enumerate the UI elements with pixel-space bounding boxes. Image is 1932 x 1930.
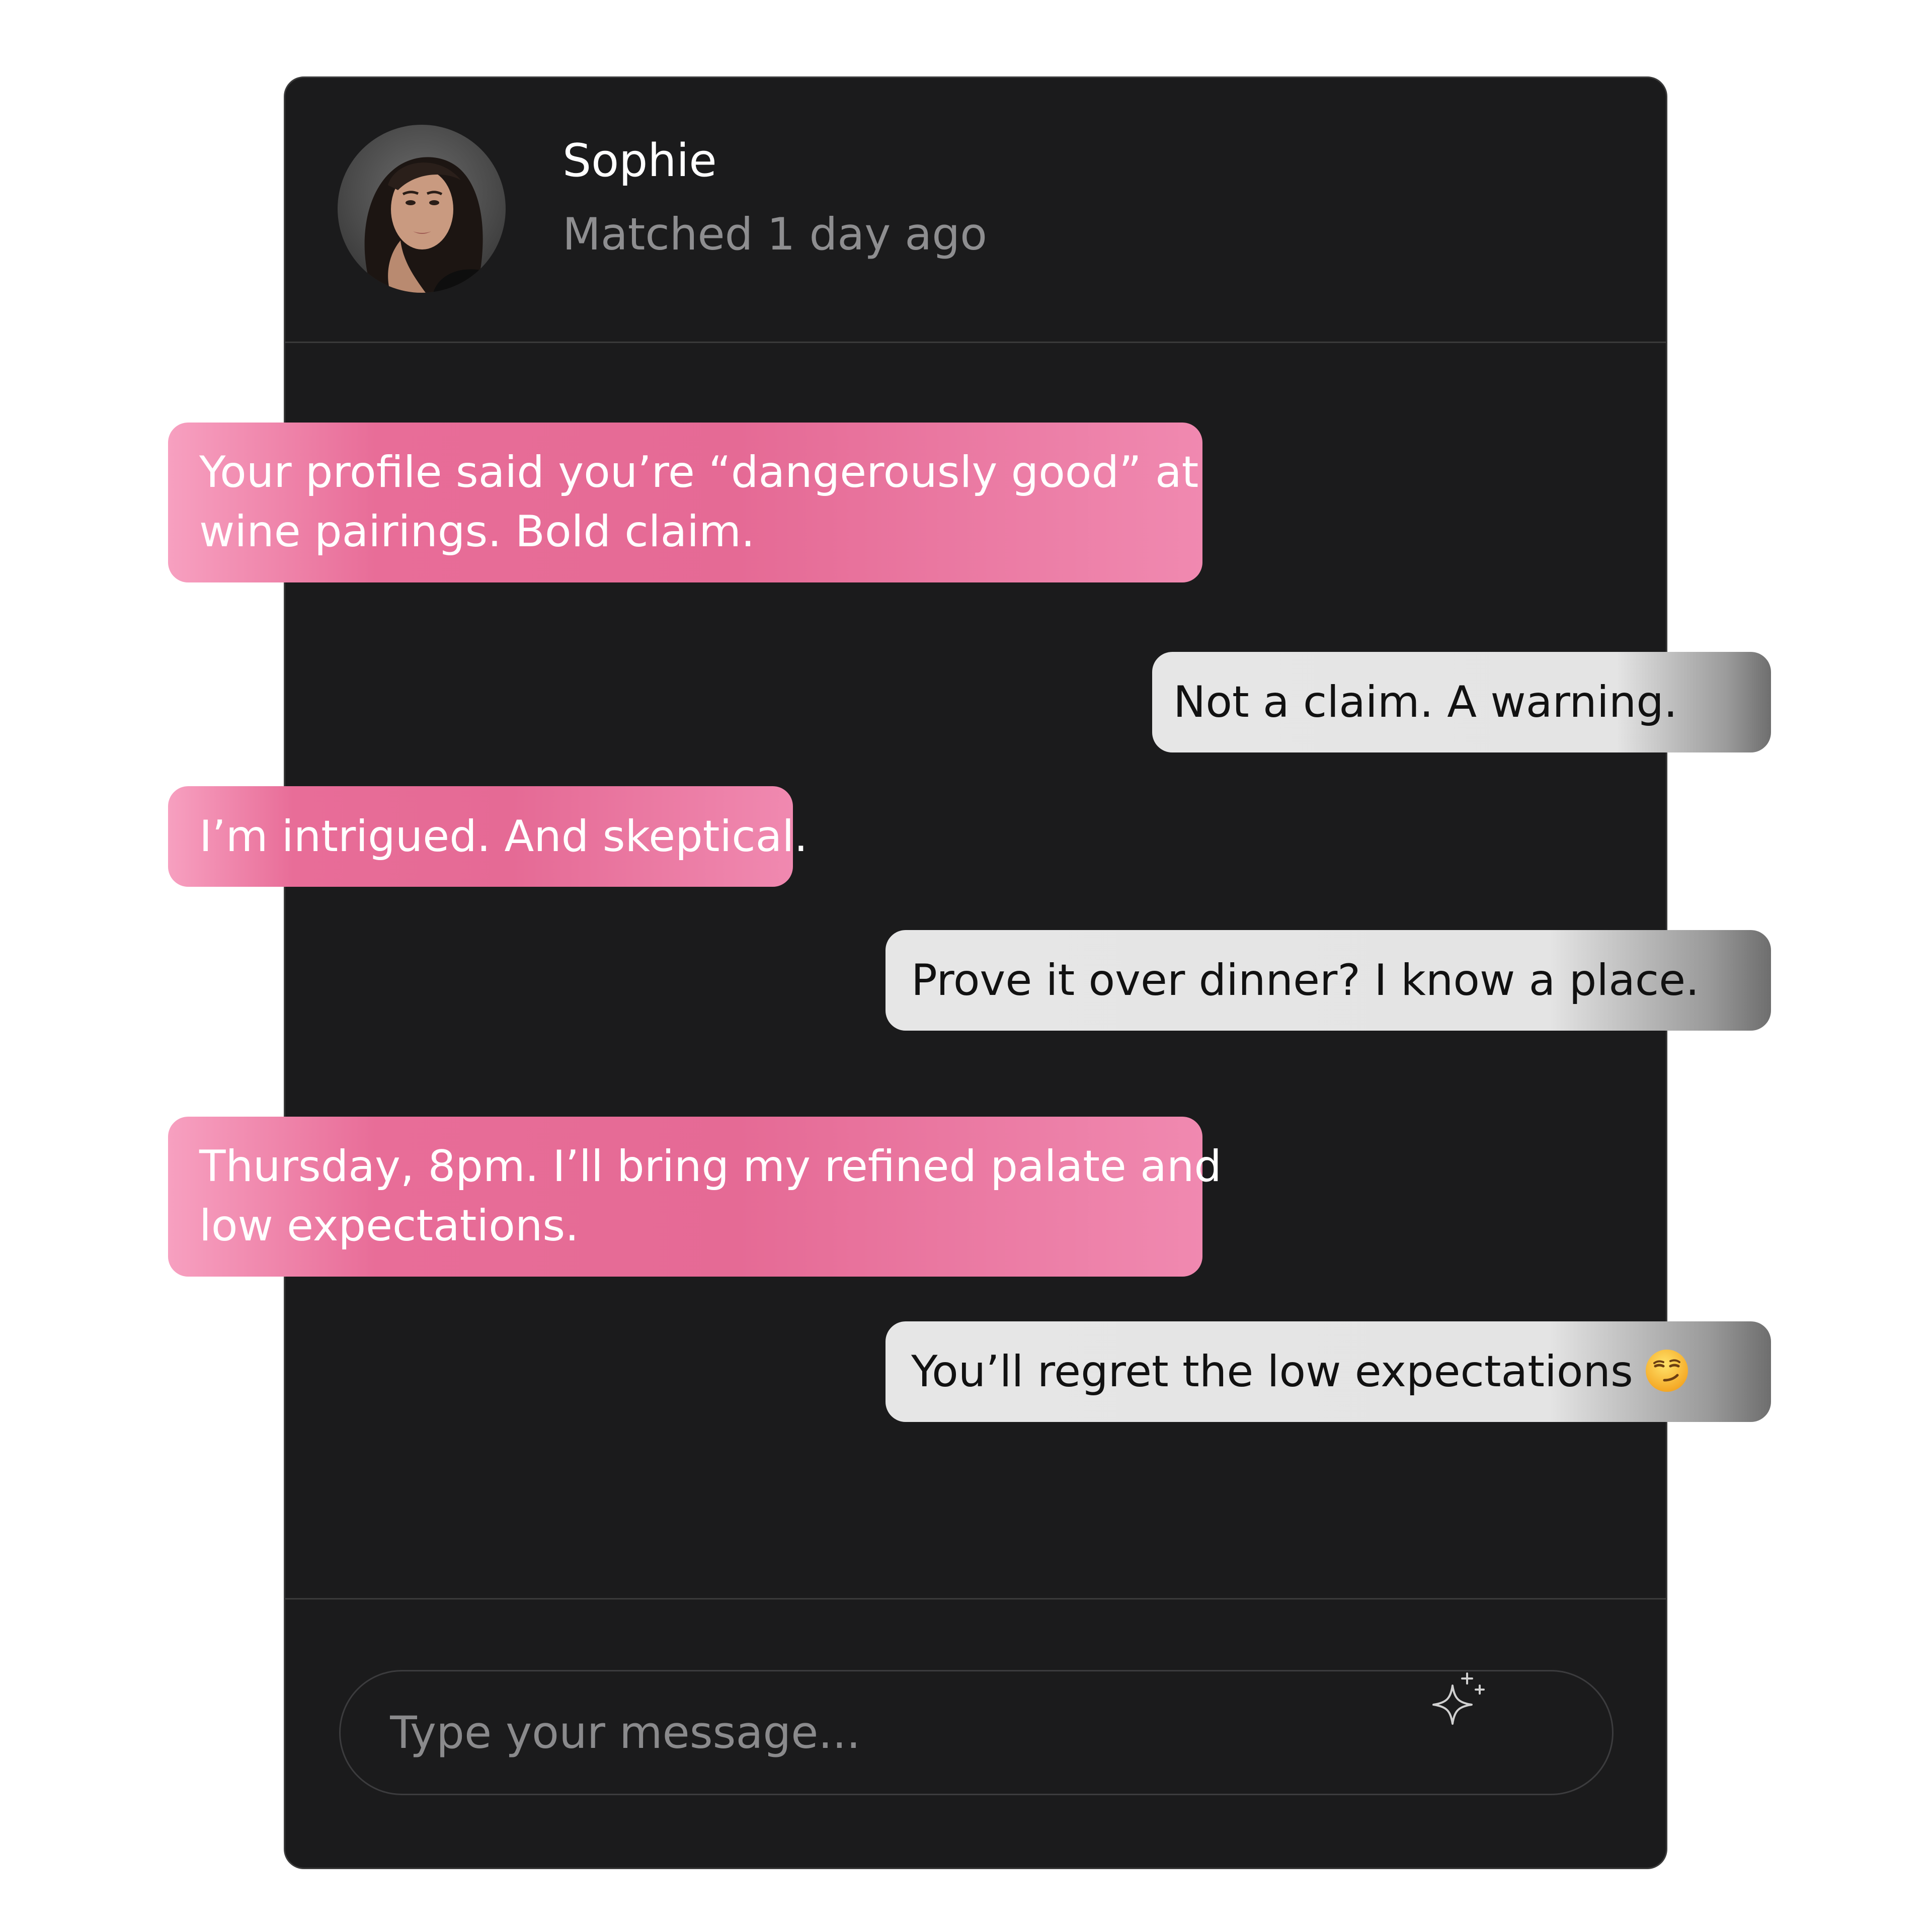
message-text: I’m intrigued. And skeptical.	[199, 811, 808, 862]
message-text: Your profile said you’re “dangerously go…	[199, 447, 1199, 497]
message-bubble-sent[interactable]: Not a claim. A warning.	[1152, 652, 1771, 752]
message-bubble-received[interactable]: I’m intrigued. And skeptical.	[168, 786, 808, 887]
page: Sophie Matched 1 day ago Your profile sa…	[0, 0, 1932, 1930]
composer-divider	[285, 1598, 1666, 1600]
message-text: Not a claim. A warning.	[1173, 677, 1678, 727]
message-bubble-received[interactable]: Thursday, 8pm. I’ll bring my refined pal…	[168, 1117, 1222, 1277]
chat-header: Sophie Matched 1 day ago	[285, 78, 1666, 343]
smirking-face-icon	[1644, 1348, 1689, 1393]
message-bubble-sent[interactable]: Prove it over dinner? I know a place.	[886, 930, 1771, 1031]
match-status: Matched 1 day ago	[562, 208, 987, 260]
message-text: You’ll regret the low expectations	[911, 1347, 1633, 1397]
message-text: wine pairings. Bold claim.	[199, 507, 755, 557]
message-text: Thursday, 8pm. I’ll bring my refined pal…	[199, 1141, 1222, 1192]
message-text: Prove it over dinner? I know a place.	[911, 955, 1700, 1005]
message-bubble-sent[interactable]: You’ll regret the low expectations	[886, 1321, 1771, 1422]
message-text: low expectations.	[199, 1201, 579, 1251]
message-bubble-received[interactable]: Your profile said you’re “dangerously go…	[168, 423, 1202, 582]
message-input[interactable]	[339, 1670, 1614, 1795]
avatar[interactable]	[338, 125, 506, 293]
contact-name: Sophie	[562, 134, 717, 187]
